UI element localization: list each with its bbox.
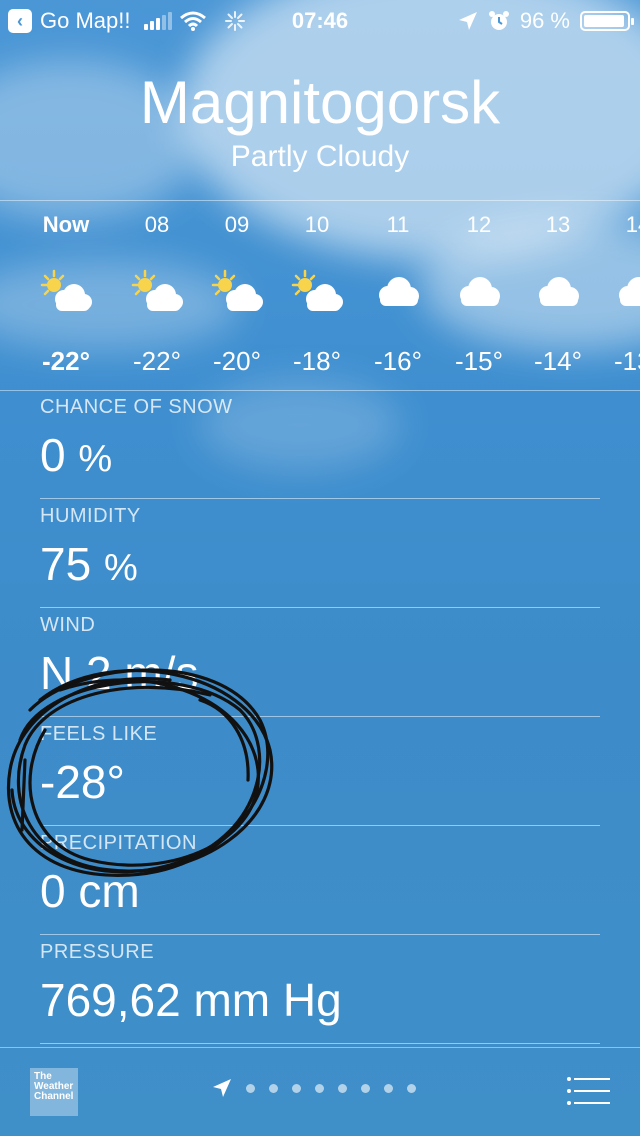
hour-column: 14 -13°: [598, 208, 640, 377]
hour-temperature: -15°: [455, 346, 503, 376]
hour-column: 10 -18°: [277, 208, 357, 377]
page-dot[interactable]: [315, 1083, 324, 1093]
hour-temperature: -13°: [614, 346, 640, 376]
detail-row: PRESSURE 769,62 mm Hg: [40, 935, 600, 1044]
cloud-icon: [358, 262, 438, 322]
weather-channel-logo[interactable]: The Weather Channel: [30, 1068, 78, 1116]
detail-label: FEELS LIKE: [40, 723, 158, 745]
hour-column: 11 -16°: [358, 208, 438, 377]
detail-row: PRECIPITATION 0 cm: [40, 826, 600, 935]
detail-label: PRECIPITATION: [40, 832, 197, 854]
partly-cloudy-sun-icon: [277, 262, 357, 322]
hour-temperature: -22°: [42, 346, 90, 376]
cloud-icon: [518, 262, 598, 322]
detail-value: 0 %: [40, 429, 113, 481]
location-arrow-icon: [458, 12, 477, 30]
hour-label: 12: [466, 212, 492, 237]
page-dot[interactable]: [384, 1083, 393, 1093]
hour-label: 13: [545, 212, 571, 237]
cloud-icon: [439, 262, 519, 322]
detail-row: FEELS LIKE -28°: [40, 717, 600, 826]
hour-temperature: -22°: [133, 346, 181, 376]
partly-cloudy-sun-icon: [117, 262, 197, 322]
cloud-icon: [598, 262, 640, 322]
bottom-toolbar: The Weather Channel: [0, 1047, 640, 1136]
detail-value: 0 cm: [40, 865, 140, 917]
hourly-forecast[interactable]: Now -22° 08 -22° 09 -20° 10 -18° 11 -16° 12 -15° 13 -…: [0, 208, 640, 388]
detail-unit: %: [103, 547, 138, 589]
hour-temperature: -18°: [293, 346, 341, 376]
partly-cloudy-sun-icon: [197, 262, 277, 322]
city-list-icon[interactable]: [566, 1076, 610, 1106]
partly-cloudy-sun-icon: [26, 262, 106, 322]
detail-value: 75 %: [40, 538, 138, 590]
detail-row: CHANCE OF SNOW 0 %: [40, 390, 600, 499]
hour-label: 11: [386, 212, 410, 237]
hourly-top-divider: [0, 200, 640, 201]
current-location-arrow-icon: [213, 1079, 231, 1097]
hour-temperature: -16°: [374, 346, 422, 376]
page-indicator[interactable]: [212, 1078, 416, 1098]
page-dot[interactable]: [361, 1083, 370, 1093]
hour-column: 09 -20°: [197, 208, 277, 377]
detail-label: WIND: [40, 614, 96, 636]
alarm-clock-icon: [488, 11, 509, 30]
hour-temperature: -20°: [213, 346, 261, 376]
battery-percent: 96 %: [519, 8, 570, 33]
hour-label: Now: [42, 212, 90, 237]
hour-label: 08: [144, 212, 170, 237]
detail-row: HUMIDITY 75 %: [40, 499, 600, 608]
detail-value: 769,62 mm Hg: [40, 974, 342, 1026]
page-dot[interactable]: [292, 1083, 301, 1093]
detail-value: -28°: [40, 756, 125, 808]
hour-temperature: -14°: [534, 346, 582, 376]
hour-column: 08 -22°: [117, 208, 197, 377]
detail-value: N 2 m/s: [40, 647, 199, 699]
hour-column: 12 -15°: [439, 208, 519, 377]
page-dot[interactable]: [407, 1083, 416, 1093]
page-dot[interactable]: [338, 1083, 347, 1093]
hour-column: 13 -14°: [518, 208, 598, 377]
page-dot[interactable]: [269, 1083, 278, 1093]
hour-label: 10: [304, 212, 330, 237]
current-condition: Partly Cloudy: [230, 140, 410, 173]
detail-unit: %: [78, 438, 113, 480]
battery-icon: [580, 11, 634, 31]
detail-row: WIND N 2 m/s: [40, 608, 600, 717]
detail-label: HUMIDITY: [40, 505, 141, 527]
city-name: Magnitogorsk: [139, 69, 501, 136]
hour-label: 09: [224, 212, 250, 237]
page-dot[interactable]: [246, 1083, 255, 1093]
hour-label: 14: [625, 212, 640, 237]
status-bar: ‹ Go Map!! 07:46 96 %: [0, 0, 640, 40]
detail-label: PRESSURE: [40, 941, 155, 963]
detail-label: CHANCE OF SNOW: [40, 396, 233, 418]
hour-column: Now -22°: [26, 208, 106, 377]
weather-details-list[interactable]: CHANCE OF SNOW 0 % HUMIDITY 75 % WIND N 2 m/s…: [40, 390, 600, 1044]
